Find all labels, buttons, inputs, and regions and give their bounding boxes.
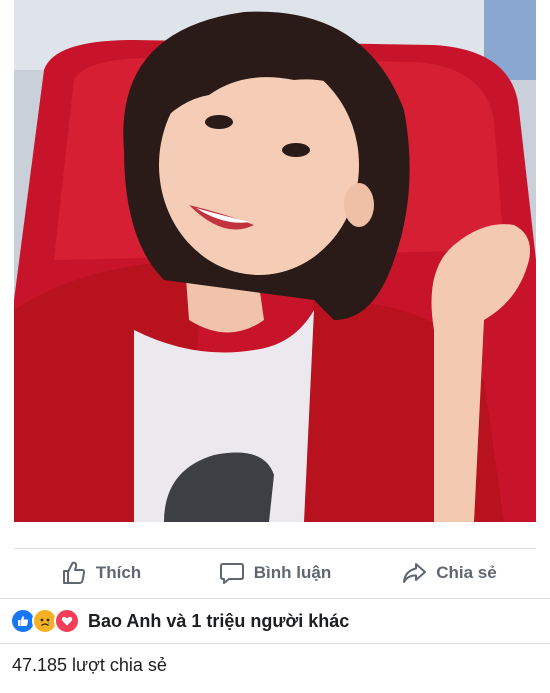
divider [0,598,550,599]
divider [14,548,536,549]
facebook-post: Thích Bình luận Chia sẻ Bao Anh và 1 tri… [0,0,550,693]
comment-button[interactable]: Bình luận [188,560,362,586]
share-button[interactable]: Chia sẻ [362,560,536,586]
share-label: Chia sẻ [436,563,497,582]
post-photo[interactable] [14,0,536,522]
comment-label: Bình luận [253,563,332,582]
love-reaction-icon [54,608,80,634]
share-arrow-icon [401,560,427,586]
reactors-text: Bao Anh và 1 triệu người khác [88,610,350,631]
thumbs-up-icon [61,560,87,586]
action-bar: Thích Bình luận Chia sẻ [14,551,536,595]
like-label: Thích [95,563,142,582]
reactions-summary[interactable]: Bao Anh và 1 triệu người khác [10,606,349,636]
reaction-icons [10,608,80,634]
comment-icon [219,560,245,586]
like-button[interactable]: Thích [14,560,188,586]
portrait-photo [14,0,536,522]
divider [0,643,550,644]
shares-count[interactable]: 47.185 lượt chia sẻ [12,655,167,676]
